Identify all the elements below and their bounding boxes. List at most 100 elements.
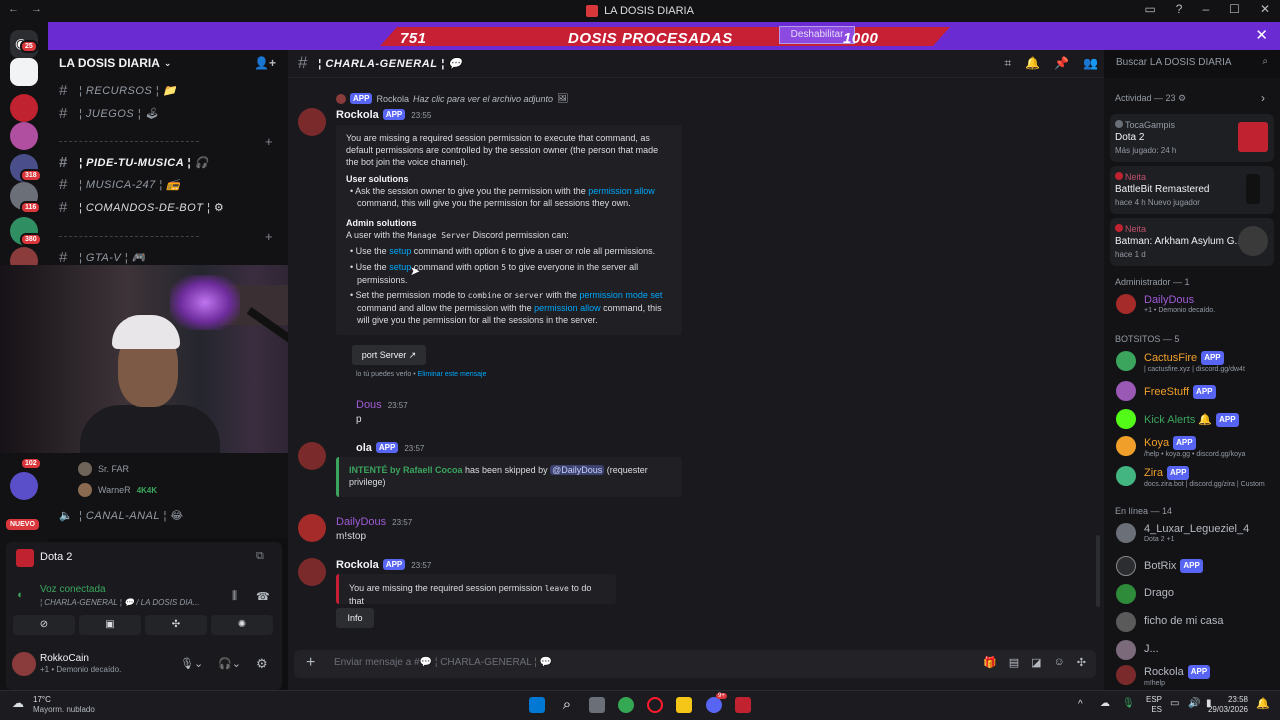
command-link[interactable]: permission mode set bbox=[579, 290, 662, 300]
command-link[interactable]: setup bbox=[389, 262, 411, 272]
task-view-icon[interactable] bbox=[589, 697, 605, 713]
server-icon[interactable] bbox=[10, 94, 38, 122]
sticker-icon[interactable]: ◪ bbox=[1031, 656, 1041, 669]
network-icon[interactable]: ▭ bbox=[1170, 698, 1179, 709]
activity-card[interactable]: Neita BattleBit Remastered hace 4 h Nuev… bbox=[1110, 166, 1274, 214]
server-icon[interactable] bbox=[10, 472, 38, 500]
avatar[interactable] bbox=[298, 108, 326, 136]
message-author[interactable]: Rockola APP 23:55 bbox=[336, 109, 431, 121]
member-item[interactable]: 4_Luxar_Legueziel_4 Dota 2 +1 bbox=[1116, 523, 1249, 545]
avatar[interactable] bbox=[298, 558, 326, 586]
member-item[interactable]: DailyDous +1 • Demonio decaído. bbox=[1116, 294, 1215, 316]
camera-off-button[interactable]: ⊘ bbox=[13, 615, 75, 635]
channel-recursos[interactable]: # ¦ RECURSOS ¦ 📁 bbox=[59, 82, 177, 99]
channel-comandos-de-bot[interactable]: # ¦ COMANDOS-DE-BOT ¦ ⚙ bbox=[59, 199, 224, 216]
notifications-icon[interactable]: 🔔 bbox=[1256, 697, 1270, 710]
add-channel-icon[interactable]: + bbox=[265, 134, 273, 149]
member-item[interactable]: Drago bbox=[1116, 584, 1174, 604]
message-author[interactable]: DailyDous 23:57 bbox=[336, 516, 412, 528]
clock[interactable]: 23:58 29/03/2026 bbox=[1200, 695, 1248, 715]
emoji-icon[interactable]: ☺ bbox=[1054, 656, 1065, 669]
activity-card[interactable]: TocaGampis Dota 2 Más jugado: 24 h bbox=[1110, 114, 1274, 162]
gif-icon[interactable]: ▤ bbox=[1009, 656, 1019, 669]
reply-reference[interactable]: APP Rockola Haz clic para ver el archivo… bbox=[336, 93, 568, 104]
user-avatar[interactable] bbox=[12, 652, 36, 676]
gift-icon[interactable]: 🎁 bbox=[983, 656, 997, 669]
voice-location[interactable]: ¦ CHARLA-GENERAL ¦ 💬 / LA DOSIS DIA... bbox=[40, 598, 200, 607]
bell-icon[interactable]: 🔔 bbox=[1025, 56, 1040, 71]
search-icon[interactable]: ⌕ bbox=[559, 697, 575, 713]
avatar[interactable] bbox=[298, 442, 326, 470]
member-item[interactable]: FreeStuff APP bbox=[1116, 381, 1216, 401]
message-author[interactable]: ola APP 23:57 bbox=[356, 442, 424, 454]
headphones-icon[interactable]: 🎧⌄ bbox=[218, 657, 241, 670]
add-channel-icon[interactable]: + bbox=[265, 229, 273, 244]
chat-scrollbar[interactable] bbox=[1096, 535, 1100, 607]
voice-user[interactable]: WarneR 4K4K bbox=[78, 483, 157, 497]
close-banner-icon[interactable]: ✕ bbox=[1255, 26, 1268, 44]
command-link[interactable]: permission allow bbox=[534, 303, 601, 313]
member-item[interactable]: Kick Alerts 🔔 APP bbox=[1116, 409, 1239, 429]
tray-app-icon[interactable]: ☁ bbox=[1100, 698, 1110, 709]
gear-icon[interactable]: ⚙ bbox=[1178, 93, 1186, 103]
apps-icon[interactable]: ✣ bbox=[1077, 656, 1086, 669]
noise-suppression-icon[interactable]: ⫼ bbox=[232, 590, 237, 603]
forward-arrow-icon[interactable]: → bbox=[31, 3, 42, 15]
member-item[interactable]: BotRix APP bbox=[1116, 556, 1203, 576]
server-header[interactable]: LA DOSIS DIARIA ⌄ 👤+ bbox=[48, 50, 288, 76]
channel-juegos[interactable]: # ¦ JUEGOS ¦ 🕹 bbox=[59, 105, 159, 122]
command-link[interactable]: setup bbox=[389, 246, 411, 256]
soundboard-button[interactable]: ✺ bbox=[211, 615, 273, 635]
member-item[interactable]: J... bbox=[1116, 640, 1159, 660]
language-indicator[interactable]: ESP ES bbox=[1142, 695, 1162, 715]
opera-icon[interactable] bbox=[647, 697, 663, 713]
file-explorer-icon[interactable] bbox=[676, 697, 692, 713]
command-link[interactable]: permission allow bbox=[588, 186, 655, 196]
member-item[interactable]: Zira APP docs.zira.bot | discord.gg/zira |… bbox=[1116, 466, 1265, 490]
minimize-button[interactable]: – bbox=[1202, 2, 1209, 16]
add-attachment-icon[interactable]: + bbox=[306, 654, 315, 672]
disconnect-icon[interactable]: ☎ bbox=[256, 590, 270, 603]
support-server-button[interactable]: port Server ↗ bbox=[352, 345, 426, 365]
member-item[interactable]: Rockola APP m!help bbox=[1116, 665, 1211, 689]
channel-gta-v[interactable]: # ¦ GTA-V ¦ 🎮 bbox=[59, 249, 146, 266]
avatar[interactable] bbox=[298, 514, 326, 542]
microphone-icon[interactable]: 🎙⌄ bbox=[180, 657, 203, 670]
message-input[interactable]: Enviar mensaje a #💬 ¦ CHARLA-GENERAL ¦ 💬 bbox=[334, 657, 552, 668]
help-icon[interactable]: ? bbox=[1176, 2, 1183, 16]
close-window-button[interactable]: ✕ bbox=[1260, 2, 1270, 16]
chrome-icon[interactable] bbox=[618, 697, 634, 713]
game-app-icon[interactable] bbox=[735, 697, 751, 713]
back-arrow-icon[interactable]: ← bbox=[8, 3, 19, 15]
user-mention[interactable]: @DailyDous bbox=[550, 465, 605, 475]
member-item[interactable]: CactusFire APP | cactusfire.xyz | discord.… bbox=[1116, 351, 1245, 375]
voice-user[interactable]: Sr. FAR bbox=[78, 462, 129, 476]
channel-pide-tu-musica[interactable]: # ¦ PIDE-TU-MUSICA ¦ 🎧 bbox=[59, 154, 209, 171]
start-menu-icon[interactable] bbox=[529, 697, 545, 713]
voice-status[interactable]: Voz conectada bbox=[40, 584, 106, 595]
server-icon[interactable] bbox=[10, 122, 38, 150]
message-author[interactable]: Dous 23:57 bbox=[356, 399, 408, 411]
maximize-button[interactable]: ☐ bbox=[1229, 2, 1240, 16]
info-button[interactable]: Info bbox=[336, 608, 374, 628]
message-author[interactable]: Rockola APP 23:57 bbox=[336, 559, 431, 571]
member-item[interactable]: Koya APP/help • koya.gg • discord.gg/koya bbox=[1116, 436, 1245, 460]
activity-card[interactable]: Neita Batman: Arkham Asylum G... hace 1 … bbox=[1110, 218, 1274, 266]
search-input[interactable]: Buscar LA DOSIS DIARIA ⌕ bbox=[1110, 53, 1274, 73]
activities-button[interactable]: ✣ bbox=[145, 615, 207, 635]
track-name[interactable]: INTENTÉ by Rafaell Cocoa bbox=[349, 465, 463, 475]
activity-share-icon[interactable]: ⧉ bbox=[256, 550, 264, 563]
inbox-icon[interactable]: ▭ bbox=[1144, 2, 1155, 16]
voice-channel-canal-anal[interactable]: 🔈 ¦ CANAL-ANAL ¦ 😂 bbox=[59, 509, 184, 522]
screen-share-button[interactable]: ▣ bbox=[79, 615, 141, 635]
channel-musica-247[interactable]: # ¦ MUSICA-247 ¦ 📻 bbox=[59, 176, 180, 193]
volume-icon[interactable]: 🔊 bbox=[1188, 698, 1200, 709]
pin-icon[interactable]: 📌 bbox=[1054, 56, 1069, 71]
chevron-right-icon[interactable]: › bbox=[1261, 91, 1265, 105]
weather-icon[interactable]: ☁ bbox=[12, 696, 24, 710]
message-composer[interactable]: + Enviar mensaje a #💬 ¦ CHARLA-GENERAL ¦… bbox=[294, 650, 1096, 678]
member-item[interactable]: ficho de mi casa bbox=[1116, 612, 1223, 632]
tray-chevron-icon[interactable]: ^ bbox=[1078, 699, 1083, 710]
dismiss-message-link[interactable]: Eliminar este mensaje bbox=[418, 371, 487, 378]
members-icon[interactable]: 👥 bbox=[1083, 56, 1098, 71]
